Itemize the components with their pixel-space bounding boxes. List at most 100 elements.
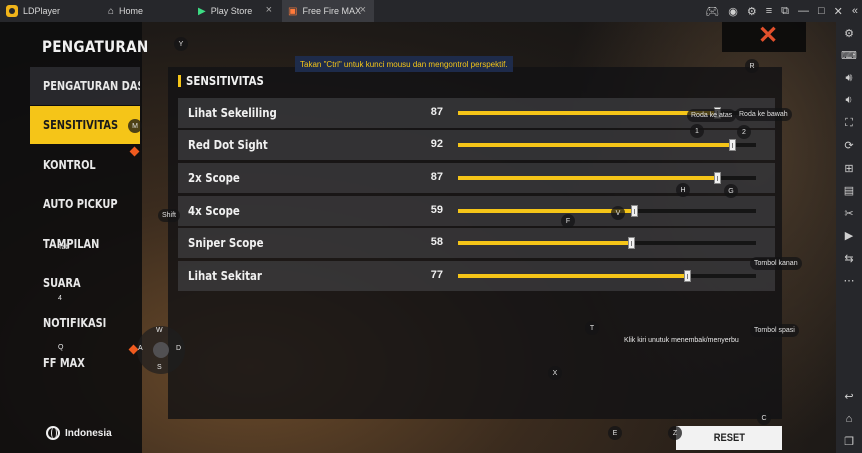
sensitivity-slider[interactable] bbox=[458, 205, 756, 217]
menu-item-auto-pickup[interactable]: AUTO PICKUP bbox=[30, 185, 140, 223]
close-settings-button[interactable]: ✕ bbox=[722, 22, 806, 52]
key-m[interactable]: M bbox=[128, 119, 142, 133]
sensitivity-label: Lihat Sekeliling bbox=[188, 106, 277, 120]
close-window-icon[interactable]: ✕ bbox=[834, 5, 843, 18]
gamepad-icon[interactable]: 🎮︎ bbox=[705, 5, 719, 18]
key-t[interactable]: T bbox=[585, 321, 599, 335]
home-nav-icon[interactable]: ⌂ bbox=[836, 408, 862, 431]
slider-thumb[interactable] bbox=[684, 270, 692, 282]
key-a[interactable]: A bbox=[138, 345, 143, 352]
reset-button[interactable]: RESET bbox=[676, 426, 782, 450]
scissors-icon[interactable]: ✂ bbox=[836, 202, 862, 225]
section-title: SENSITIVITAS bbox=[178, 74, 278, 88]
slider-fill bbox=[458, 143, 733, 147]
key-h[interactable]: H bbox=[676, 183, 690, 197]
menu-item-sensitivity[interactable]: SENSITIVITAS bbox=[30, 106, 140, 144]
rotate-icon[interactable]: ⟳ bbox=[836, 135, 862, 158]
sync-icon[interactable]: ⇆ bbox=[836, 247, 862, 270]
collapse-sidebar-icon[interactable]: « bbox=[852, 5, 858, 17]
key-z[interactable]: Z bbox=[668, 426, 682, 440]
sensitivity-label: Red Dot Sight bbox=[188, 138, 268, 152]
recent-apps-icon[interactable]: ❐ bbox=[836, 431, 862, 453]
menu-item-label: KONTROL bbox=[43, 158, 96, 172]
wheel-up-label[interactable]: Roda ke atas bbox=[687, 109, 737, 122]
slider-thumb[interactable] bbox=[627, 237, 635, 249]
volume-up-icon[interactable]: 🔊︎ bbox=[836, 67, 862, 90]
right-click-label[interactable]: Tombol kanan bbox=[750, 257, 802, 270]
window-controls: 🎮︎ ◉ ⚙ ≡ ⧉ — □ ✕ « bbox=[705, 0, 858, 22]
sensitivity-label: Sniper Scope bbox=[188, 236, 264, 250]
menu-item-ff-max[interactable]: FF MAX bbox=[30, 344, 140, 382]
slider-fill bbox=[458, 241, 631, 245]
space-label[interactable]: Tombol spasi bbox=[750, 324, 799, 337]
menu-item-sound[interactable]: SUARA bbox=[30, 264, 140, 302]
account-icon[interactable]: ◉ bbox=[728, 5, 738, 18]
maximize-icon[interactable]: □ bbox=[818, 5, 825, 17]
key-4[interactable]: 4 bbox=[58, 295, 62, 302]
menu-item-label: FF MAX bbox=[43, 356, 85, 370]
key-w[interactable]: W bbox=[156, 327, 163, 334]
sensitivity-row: 4x Scope 59 bbox=[178, 196, 775, 226]
minimize-icon[interactable]: — bbox=[798, 5, 809, 17]
menu-item-display[interactable]: TAMPILAN bbox=[30, 225, 140, 263]
key-v[interactable]: V bbox=[611, 206, 625, 220]
sensitivity-slider[interactable] bbox=[458, 172, 756, 184]
slider-thumb[interactable] bbox=[714, 172, 722, 184]
more-icon[interactable]: ⋯ bbox=[836, 270, 862, 293]
left-click-label[interactable]: Klik kiri unutuk menembak/menyerbu bbox=[624, 337, 739, 344]
game-viewport[interactable]: PENGATURAN PENGATURAN DASAR SENSITIVITAS… bbox=[0, 22, 836, 453]
key-g[interactable]: G bbox=[724, 184, 738, 198]
install-apk-icon[interactable]: ⊞ bbox=[836, 157, 862, 180]
sensitivity-slider[interactable] bbox=[458, 270, 756, 282]
video-record-icon[interactable]: ▶ bbox=[836, 225, 862, 248]
settings-gear-icon[interactable]: ⚙ bbox=[836, 22, 862, 45]
sensitivity-value: 92 bbox=[430, 138, 443, 150]
key-e[interactable]: E bbox=[608, 426, 622, 440]
tab-label: Home bbox=[119, 6, 144, 16]
tab-home[interactable]: ⌂ Home bbox=[98, 0, 186, 22]
sensitivity-slider[interactable] bbox=[458, 139, 756, 151]
slider-thumb[interactable] bbox=[630, 205, 638, 217]
key-d[interactable]: D bbox=[176, 345, 181, 352]
tab-label: Play Store bbox=[210, 6, 253, 16]
keyboard-icon[interactable]: ⌨ bbox=[836, 45, 862, 68]
language-selector[interactable]: Indonesia bbox=[46, 426, 112, 440]
external-window-icon[interactable]: ⧉ bbox=[781, 5, 789, 18]
close-tab-icon[interactable]: × bbox=[266, 4, 272, 16]
key-c[interactable]: C bbox=[757, 411, 771, 425]
fullscreen-icon[interactable]: ⛶ bbox=[836, 112, 862, 135]
sensitivity-label: Lihat Sekitar bbox=[188, 269, 262, 283]
menu-item-control[interactable]: KONTROL bbox=[30, 146, 140, 184]
menu-icon[interactable]: ≡ bbox=[766, 5, 772, 17]
back-icon[interactable]: ↩ bbox=[836, 386, 862, 409]
sensitivity-value: 87 bbox=[430, 106, 443, 118]
reset-label: RESET bbox=[713, 432, 745, 444]
key-y[interactable]: Y bbox=[174, 37, 188, 51]
home-icon: ⌂ bbox=[108, 5, 115, 17]
menu-item-notification[interactable]: NOTIFIKASI bbox=[30, 304, 140, 342]
section-marker bbox=[178, 75, 181, 87]
play-store-icon: ▶ bbox=[198, 5, 206, 17]
close-tab-icon[interactable]: × bbox=[360, 4, 366, 16]
key-shift[interactable]: Shift bbox=[158, 209, 181, 222]
key-q[interactable]: Q bbox=[58, 344, 63, 351]
tab-free-fire-max[interactable]: ▣ Free Fire MAX × bbox=[282, 0, 374, 22]
free-fire-icon: ▣ bbox=[288, 5, 298, 17]
settings-icon[interactable]: ⚙ bbox=[747, 5, 757, 18]
key-tab[interactable]: Tab bbox=[58, 244, 69, 251]
menu-item-basic[interactable]: PENGATURAN DASAR bbox=[30, 67, 140, 105]
menu-item-label: AUTO PICKUP bbox=[43, 197, 118, 211]
key-x[interactable]: X bbox=[548, 366, 562, 380]
key-1[interactable]: 1 bbox=[690, 124, 704, 138]
key-r[interactable]: R bbox=[745, 59, 759, 73]
apk-icon[interactable]: ▤ bbox=[836, 180, 862, 203]
volume-down-icon[interactable]: 🔉︎ bbox=[836, 90, 862, 113]
slider-thumb[interactable] bbox=[729, 139, 737, 151]
key-s[interactable]: S bbox=[157, 364, 162, 371]
sensitivity-row: Sniper Scope 58 bbox=[178, 228, 775, 258]
sensitivity-slider[interactable] bbox=[458, 237, 756, 249]
wheel-down-label[interactable]: Roda ke bawah bbox=[735, 108, 792, 121]
tab-play-store[interactable]: ▶ Play Store × bbox=[188, 0, 280, 22]
key-2[interactable]: 2 bbox=[737, 125, 751, 139]
key-f[interactable]: F bbox=[561, 214, 575, 228]
